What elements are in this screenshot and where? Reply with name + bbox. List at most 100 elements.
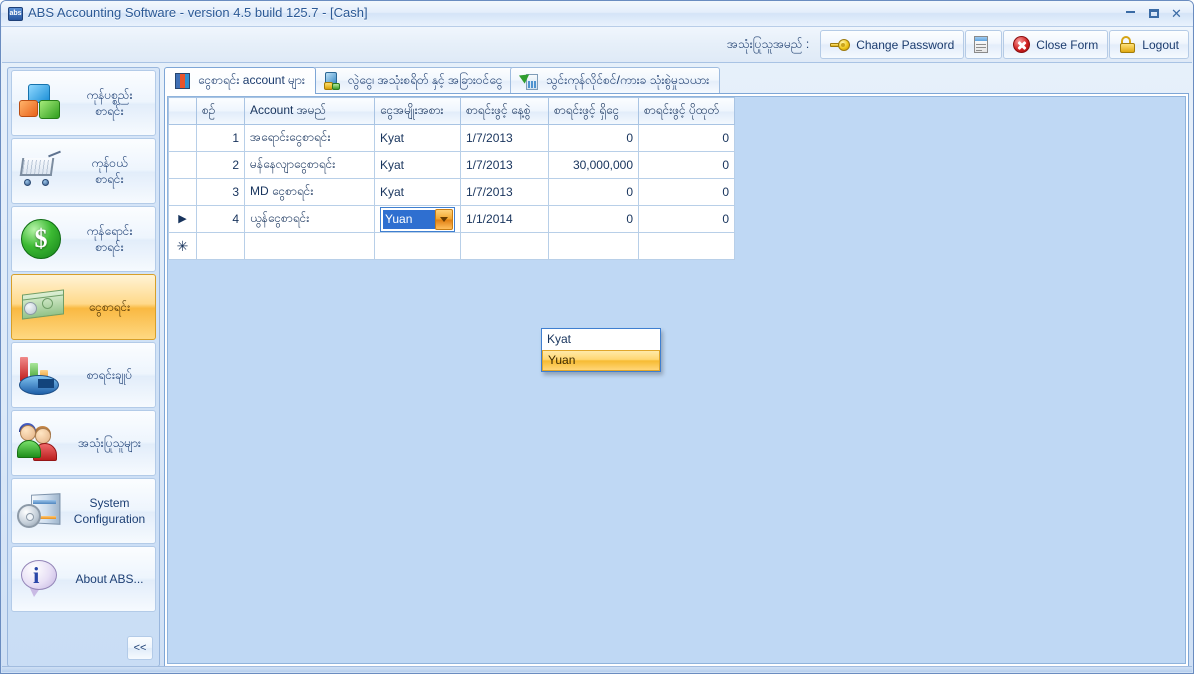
cell-account-name[interactable] [244, 232, 375, 260]
cell-open-overdraft[interactable] [638, 232, 735, 260]
tab-import-expenses-label: သွင်းကုန်လိုင်စင်/ကားခ သုံးစွဲမှုသယား [546, 73, 710, 87]
sidebar-item-system-configuration[interactable]: System Configuration [11, 478, 156, 544]
cash-stack-icon [12, 289, 70, 325]
currency-dropdown-list[interactable]: Kyat Yuan [541, 328, 661, 372]
chevron-down-icon[interactable] [435, 208, 453, 230]
tab-transfers-label: လွဲငွေ၊ အသုံးစရိတ် နှင့် အခြားဝင်ငွေ [348, 73, 503, 87]
table-row-new[interactable]: ✳ [168, 232, 735, 260]
change-password-button[interactable]: Change Password [820, 30, 965, 59]
cell-account-name[interactable]: အရောင်းငွေစာရင်း [244, 124, 375, 152]
cell-open-overdraft[interactable]: 0 [638, 124, 735, 152]
status-bar [2, 666, 1192, 672]
dropdown-option-kyat[interactable]: Kyat [542, 329, 660, 350]
cell-open-balance[interactable]: 0 [548, 178, 639, 206]
cell-index[interactable]: 2 [196, 151, 245, 179]
tab-page-cash-accounts: စဉ် Account အမည် ငွေအမျိုးအစား စာရင်းဖွင… [164, 93, 1189, 667]
sidebar-item-about-label: About ABS... [75, 572, 144, 586]
tab-import-expenses[interactable]: သွင်းကုန်လိုင်စင်/ကားခ သုံးစွဲမှုသယား [510, 67, 721, 94]
top-toolbar: အသုံးပြုသူအမည် : Change Password Close F… [2, 27, 1192, 63]
logout-button[interactable]: Logout [1109, 30, 1189, 59]
cell-open-date[interactable] [460, 232, 549, 260]
close-form-label: Close Form [1036, 37, 1099, 52]
cell-currency-type[interactable]: Kyat [374, 124, 461, 152]
currency-combobox[interactable]: Yuan [380, 206, 455, 232]
tab-transfers[interactable]: လွဲငွေ၊ အသုံးစရိတ် နှင့် အခြားဝင်ငွေ [313, 67, 514, 94]
label-line-1: ကုန်ဝယ် [91, 156, 128, 170]
cell-account-name[interactable]: မန်နေလျာငွေစာရင်း [244, 151, 375, 179]
maximize-button[interactable] [1143, 4, 1164, 23]
accounts-data-grid: စဉ် Account အမည် ငွေအမျိုးအစား စာရင်းဖွင… [168, 97, 735, 260]
table-row-current[interactable]: ▶ 4 ယွန်ငွေစာရင်း Yuan 1/1/2014 0 0 [168, 205, 735, 233]
cell-open-balance[interactable]: 0 [548, 124, 639, 152]
report-button[interactable] [965, 30, 1003, 59]
new-row-selector[interactable]: ✳ [168, 232, 197, 260]
cell-account-name[interactable]: MD ငွေစာရင်း [244, 178, 375, 206]
grid-header-currency-type[interactable]: ငွေအမျိုးအစား [374, 97, 461, 125]
close-window-button[interactable]: ✕ [1166, 4, 1187, 23]
data-grid-container[interactable]: စဉ် Account အမည် ငွေအမျိုးအစား စာရင်းဖွင… [167, 96, 1186, 664]
table-row[interactable]: 3 MD ငွေစာရင်း Kyat 1/7/2013 0 0 [168, 178, 735, 206]
sidebar-item-sales[interactable]: $ ကုန်ရောင်း စာရင်း [11, 206, 156, 272]
boxes-icon [12, 83, 70, 123]
cell-open-date[interactable]: 1/7/2013 [460, 151, 549, 179]
sidebar-item-cash[interactable]: ငွေစာရင်း [11, 274, 156, 340]
shopping-cart-icon [12, 150, 70, 190]
cell-open-overdraft[interactable]: 0 [638, 151, 735, 179]
sidebar-item-cash-label: ငွေစာရင်း [88, 300, 131, 314]
logout-label: Logout [1142, 37, 1179, 52]
label-line-1: ကုန်ပစ္စည်း [86, 88, 133, 102]
cell-open-balance[interactable]: 30,000,000 [548, 151, 639, 179]
maximize-icon [1148, 9, 1159, 18]
cell-open-date[interactable]: 1/7/2013 [460, 124, 549, 152]
change-password-label: Change Password [856, 37, 955, 52]
dropdown-option-yuan[interactable]: Yuan [542, 350, 660, 371]
cell-open-date[interactable]: 1/1/2014 [460, 205, 549, 233]
sidebar-collapse-button[interactable]: << [127, 636, 153, 660]
window-title: ABS Accounting Software - version 4.5 bu… [28, 5, 368, 20]
label-line-2: စာရင်း [95, 104, 124, 118]
sidebar-item-purchase[interactable]: ကုန်ဝယ် စာရင်း [11, 138, 156, 204]
cell-open-overdraft[interactable]: 0 [638, 178, 735, 206]
sidebar-item-sales-label: ကုန်ရောင်း စာရင်း [70, 223, 155, 255]
sidebar-item-inventory[interactable]: ကုန်ပစ္စည်း စာရင်း [11, 70, 156, 136]
sidebar-item-about[interactable]: i About ABS... [11, 546, 156, 612]
grid-header-open-date[interactable]: စာရင်းဖွင့် နေ့စွဲ [460, 97, 549, 125]
cell-currency-type-editor[interactable]: Yuan [374, 205, 461, 233]
tab-cash-accounts[interactable]: ငွေစာရင်း account များ [164, 67, 316, 94]
close-form-button[interactable]: Close Form [1003, 30, 1109, 59]
cell-open-balance[interactable] [548, 232, 639, 260]
label-line-2: Configuration [73, 512, 146, 526]
grid-header-index[interactable]: စဉ် [196, 97, 245, 125]
navigation-sidebar: ကုန်ပစ္စည်း စာရင်း ကုန်ဝယ် စာရင်း $ ကုန်… [7, 67, 160, 667]
title-bar: abs ABS Accounting Software - version 4.… [1, 1, 1193, 27]
row-selector-current[interactable]: ▶ [168, 205, 197, 233]
minimize-button[interactable] [1120, 4, 1141, 23]
cell-currency-type[interactable]: Kyat [374, 178, 461, 206]
cell-currency-type[interactable]: Kyat [374, 151, 461, 179]
grid-header-account-name[interactable]: Account အမည် [244, 97, 375, 125]
cell-open-balance[interactable]: 0 [548, 205, 639, 233]
cell-account-name[interactable]: ယွန်ငွေစာရင်း [244, 205, 375, 233]
cell-index[interactable]: 3 [196, 178, 245, 206]
cell-open-date[interactable]: 1/7/2013 [460, 178, 549, 206]
currency-combobox-value: Yuan [383, 209, 435, 229]
cell-index[interactable]: 1 [196, 124, 245, 152]
abs-app-icon: abs [8, 7, 23, 21]
cell-currency-type[interactable] [374, 232, 461, 260]
row-selector[interactable] [168, 178, 197, 206]
cell-index[interactable] [196, 232, 245, 260]
minimize-icon [1126, 11, 1135, 13]
grid-header-open-overdraft[interactable]: စာရင်းဖွင့် ပိုထုတ် [638, 97, 735, 125]
grid-header-open-balance[interactable]: စာရင်းဖွင့် ရှိငွေ [548, 97, 639, 125]
application-window: abs ABS Accounting Software - version 4.… [0, 0, 1194, 674]
label-line-1: ကုန်ရောင်း [86, 224, 133, 238]
row-selector[interactable] [168, 124, 197, 152]
sidebar-item-reports[interactable]: စာရင်းချုပ် [11, 342, 156, 408]
safe-coins-icon [324, 72, 341, 90]
table-row[interactable]: 1 အရောင်းငွေစာရင်း Kyat 1/7/2013 0 0 [168, 124, 735, 152]
row-selector[interactable] [168, 151, 197, 179]
cell-open-overdraft[interactable]: 0 [638, 205, 735, 233]
table-row[interactable]: 2 မန်နေလျာငွေစာရင်း Kyat 1/7/2013 30,000… [168, 151, 735, 179]
sidebar-item-users[interactable]: အသုံးပြုသူများ [11, 410, 156, 476]
cell-index[interactable]: 4 [196, 205, 245, 233]
